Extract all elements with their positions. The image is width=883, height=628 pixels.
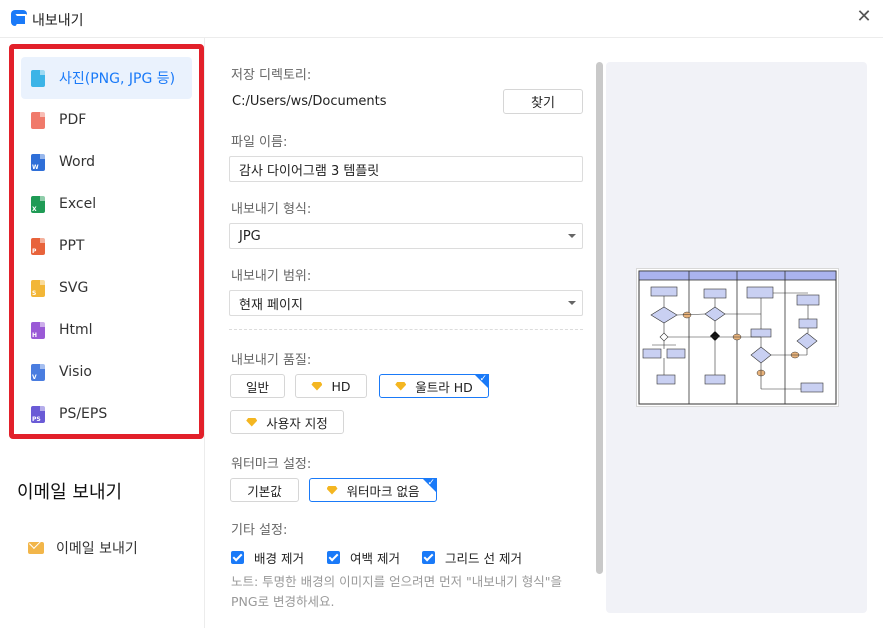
flowchart-preview-image [638, 270, 837, 405]
watermark-default-label: 기본값 [247, 483, 282, 499]
format-icon-letter: P [32, 247, 37, 255]
mail-icon [28, 542, 44, 554]
browse-button[interactable]: 찾기 [503, 89, 583, 114]
remove-margin-label: 여백 제거 [350, 551, 400, 566]
format-item-label: Html [59, 322, 93, 338]
format-icon-letter: W [32, 163, 39, 171]
format-item-label: SVG [59, 280, 89, 296]
format-item-label: PPT [59, 238, 85, 254]
format-item-pdf[interactable]: PDF [21, 99, 192, 141]
checkbox-checked-icon [231, 551, 244, 564]
diagram-preview-thumbnail [636, 268, 839, 407]
excel-icon: X [31, 195, 45, 213]
chevron-down-icon [568, 301, 576, 305]
export-format-label: 내보내기 형식: [231, 202, 312, 217]
save-directory-label: 저장 디렉토리: [231, 68, 312, 83]
export-format-value: JPG [239, 228, 261, 244]
quality-normal-label: 일반 [245, 379, 269, 395]
format-list: 사진(PNG, JPG 등) PDF W Word X Excel P PPT S SVG H Htm… [9, 44, 204, 439]
html-icon: H [31, 321, 45, 339]
remove-grid-checkbox[interactable]: 그리드 선 제거 [422, 548, 522, 567]
selected-check-icon: ✓ [427, 478, 435, 488]
remove-background-label: 배경 제거 [254, 551, 304, 566]
premium-gem-icon [326, 485, 338, 495]
remove-background-checkbox[interactable]: 배경 제거 [231, 548, 304, 567]
window-title: 내보내기 [32, 13, 84, 29]
premium-gem-icon [246, 417, 258, 427]
remove-grid-label: 그리드 선 제거 [445, 551, 522, 566]
format-item-word[interactable]: W Word [21, 141, 192, 183]
word-icon: W [31, 153, 45, 171]
quality-hd-option[interactable]: HD [295, 374, 367, 398]
filename-input[interactable]: 감사 다이어그램 3 템플릿 [229, 156, 583, 182]
pdf-icon [31, 111, 45, 129]
other-settings-label: 기타 설정: [231, 523, 288, 538]
chevron-down-icon [568, 234, 576, 238]
image-icon [31, 69, 45, 87]
quality-custom-option[interactable]: 사용자 지정 [230, 410, 344, 434]
save-directory-value: C:/Users/ws/Documents [232, 94, 387, 109]
transparent-background-note: 노트: 투명한 배경의 이미지를 얻으려면 먼저 "내보내기 형식"을 PNG로… [231, 574, 563, 609]
watermark-label: 워터마크 설정: [231, 457, 312, 472]
format-icon-letter: X [32, 205, 37, 213]
left-pane: 사진(PNG, JPG 등) PDF W Word X Excel P PPT S SVG H Htm… [0, 38, 205, 628]
checkbox-checked-icon [327, 551, 340, 564]
scrollbar[interactable] [596, 62, 603, 574]
filename-label: 파일 이름: [231, 135, 288, 150]
format-item-ps-eps[interactable]: PS PS/EPS [21, 393, 192, 435]
premium-gem-icon [311, 381, 323, 391]
format-item-image[interactable]: 사진(PNG, JPG 등) [21, 57, 192, 99]
selected-check-icon: ✓ [479, 374, 487, 384]
format-item-label: 사진(PNG, JPG 등) [59, 71, 176, 87]
email-section-heading: 이메일 보내기 [17, 482, 123, 503]
watermark-none-label: 워터마크 없음 [346, 483, 420, 499]
format-icon-letter: H [32, 331, 38, 339]
export-settings-form: 저장 디렉토리: C:/Users/ws/Documents 찾기 파일 이름:… [229, 38, 589, 628]
format-item-label: Excel [59, 196, 97, 212]
checkbox-checked-icon [422, 551, 435, 564]
quality-hd-label: HD [331, 378, 351, 394]
quality-custom-label: 사용자 지정 [266, 415, 328, 431]
ppt-icon: P [31, 237, 45, 255]
format-icon-letter: PS [32, 415, 41, 423]
format-item-label: PS/EPS [59, 406, 108, 422]
svg-icon: S [31, 279, 45, 297]
format-item-label: Word [59, 154, 95, 170]
format-item-label: PDF [59, 112, 87, 128]
watermark-none-option[interactable]: 워터마크 없음 ✓ [309, 478, 437, 502]
format-item-label: Visio [59, 364, 92, 380]
format-item-visio[interactable]: V Visio [21, 351, 192, 393]
export-range-label: 내보내기 범위: [231, 269, 312, 284]
ps-eps-icon: PS [31, 405, 45, 423]
quality-ultra-hd-option[interactable]: 울트라 HD ✓ [379, 374, 489, 398]
email-send-label: 이메일 보내기 [56, 541, 138, 557]
title-bar: 내보내기 ✕ [0, 0, 883, 38]
watermark-default-option[interactable]: 기본값 [230, 478, 299, 502]
export-format-select[interactable]: JPG [229, 223, 583, 249]
export-range-value: 현재 페이지 [239, 297, 303, 313]
app-logo-icon [11, 10, 27, 26]
format-item-excel[interactable]: X Excel [21, 183, 192, 225]
export-range-select[interactable]: 현재 페이지 [229, 290, 583, 316]
format-icon-letter: S [32, 289, 37, 297]
export-quality-label: 내보내기 품질: [231, 353, 312, 368]
format-item-html[interactable]: H Html [21, 309, 192, 351]
quality-ultra-hd-label: 울트라 HD [415, 379, 473, 395]
divider [229, 329, 583, 330]
email-send-item[interactable]: 이메일 보내기 [28, 538, 138, 558]
format-item-svg[interactable]: S SVG [21, 267, 192, 309]
visio-icon: V [31, 363, 45, 381]
quality-normal-option[interactable]: 일반 [230, 374, 285, 398]
format-icon-letter: V [32, 373, 37, 381]
close-icon[interactable]: ✕ [853, 6, 875, 28]
remove-margin-checkbox[interactable]: 여백 제거 [327, 548, 400, 567]
format-item-ppt[interactable]: P PPT [21, 225, 192, 267]
premium-gem-icon [395, 381, 407, 391]
